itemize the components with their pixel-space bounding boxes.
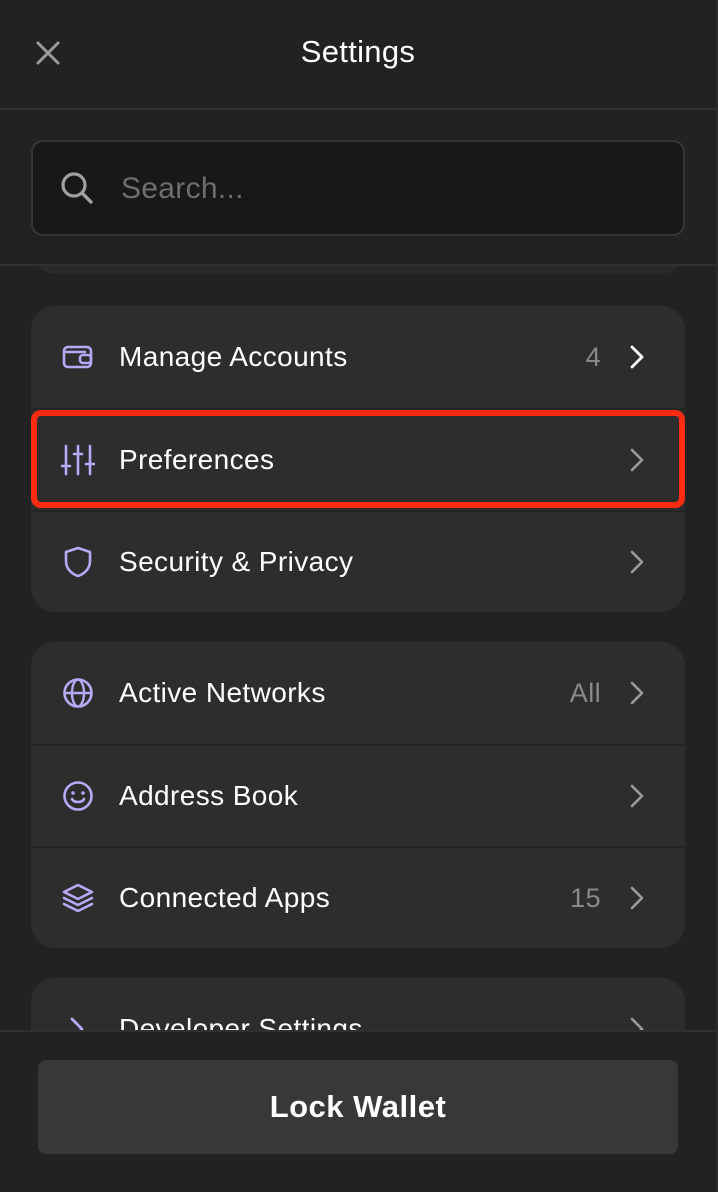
smiley-icon xyxy=(61,779,95,813)
row-label: Manage Accounts xyxy=(119,341,348,372)
row-label: Security & Privacy xyxy=(119,546,354,577)
chevron-right-icon xyxy=(625,886,649,910)
settings-panel: Settings Manage Accounts xyxy=(0,0,718,1192)
row-address-book[interactable]: Address Book xyxy=(31,744,685,846)
row-preferences[interactable]: Preferences xyxy=(31,408,685,510)
shield-icon xyxy=(61,545,95,579)
previous-card-edge xyxy=(31,266,685,274)
search-bar xyxy=(0,110,716,266)
layers-icon xyxy=(61,881,95,915)
row-manage-accounts[interactable]: Manage Accounts 4 xyxy=(31,306,685,408)
chevron-right-icon xyxy=(625,448,649,472)
row-label: Developer Settings xyxy=(119,1013,363,1030)
settings-group-developer: Developer Settings xyxy=(31,978,685,1030)
lock-wallet-button[interactable]: Lock Wallet xyxy=(38,1060,678,1154)
header: Settings xyxy=(0,0,716,110)
row-developer-settings[interactable]: Developer Settings xyxy=(31,978,685,1030)
search-input[interactable] xyxy=(119,142,663,236)
accounts-count: 4 xyxy=(585,341,601,372)
search-icon xyxy=(61,172,93,204)
wallet-icon xyxy=(61,340,95,374)
footer: Lock Wallet xyxy=(0,1030,716,1192)
settings-list[interactable]: Manage Accounts 4 Preferences Security &… xyxy=(0,266,716,1030)
row-security-privacy[interactable]: Security & Privacy xyxy=(31,510,685,612)
row-label: Address Book xyxy=(119,780,299,811)
search-field[interactable] xyxy=(31,140,685,236)
row-label: Connected Apps xyxy=(119,882,331,913)
code-chevron-icon xyxy=(61,1012,95,1030)
row-connected-apps[interactable]: Connected Apps 15 xyxy=(31,846,685,948)
chevron-right-icon xyxy=(625,681,649,705)
networks-value: All xyxy=(569,677,601,708)
row-active-networks[interactable]: Active Networks All xyxy=(31,642,685,744)
connected-apps-count: 15 xyxy=(570,882,601,913)
chevron-right-icon xyxy=(625,345,649,369)
row-label: Active Networks xyxy=(119,677,326,708)
chevron-right-icon xyxy=(625,784,649,808)
settings-group-account: Manage Accounts 4 Preferences Security &… xyxy=(31,306,685,612)
page-title: Settings xyxy=(300,34,416,69)
row-label: Preferences xyxy=(119,444,275,475)
chevron-right-icon xyxy=(625,550,649,574)
settings-group-connections: Active Networks All Address Book Connect… xyxy=(31,642,685,948)
globe-icon xyxy=(61,676,95,710)
chevron-right-icon xyxy=(625,1017,649,1030)
sliders-icon xyxy=(61,443,95,477)
